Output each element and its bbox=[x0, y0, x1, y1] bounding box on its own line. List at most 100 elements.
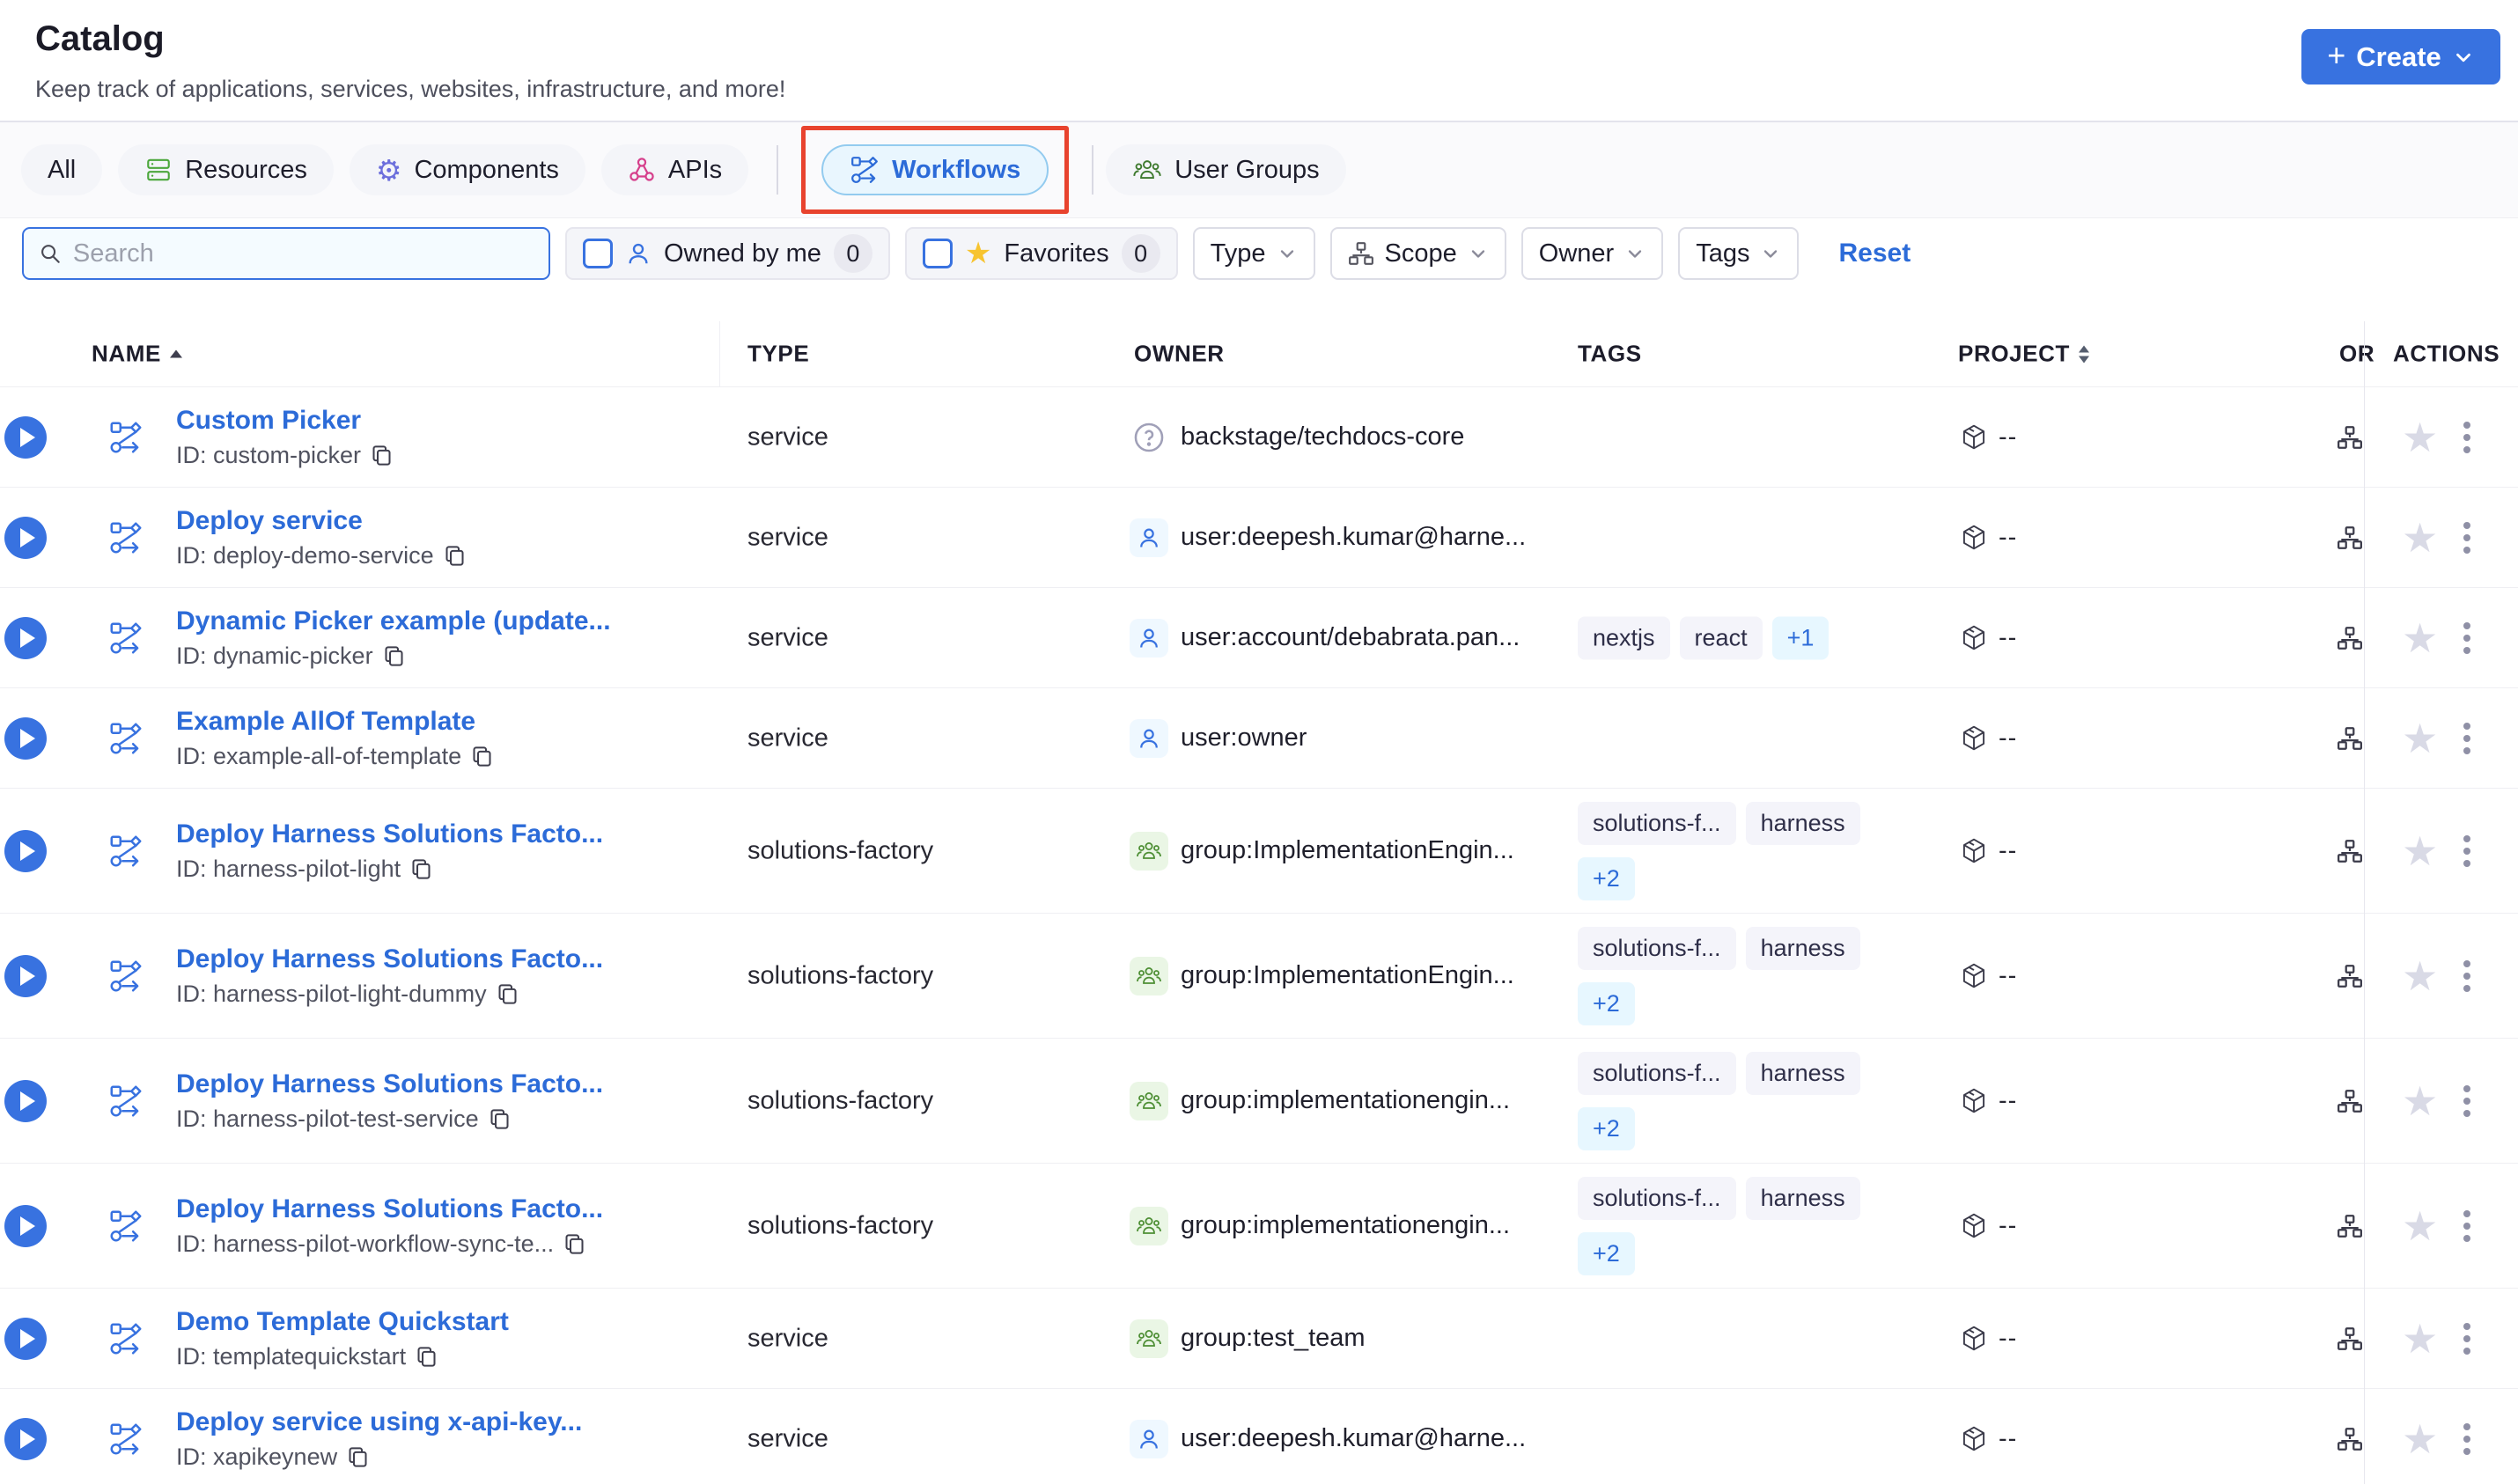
kebab-menu-button[interactable] bbox=[2463, 1322, 2470, 1355]
tag-chip[interactable]: solutions-f... bbox=[1578, 801, 1736, 845]
type-dropdown[interactable]: Type bbox=[1192, 227, 1315, 280]
favorite-star-button[interactable]: ★ bbox=[2402, 618, 2438, 658]
workflow-name-link[interactable]: Deploy service bbox=[176, 506, 467, 536]
tab-apis[interactable]: APIs bbox=[600, 144, 749, 195]
tag-chip[interactable]: solutions-f... bbox=[1578, 1176, 1736, 1220]
copy-icon[interactable] bbox=[370, 444, 394, 467]
launch-workflow-button[interactable] bbox=[4, 716, 47, 760]
scope-dropdown[interactable]: Scope bbox=[1329, 227, 1506, 280]
table-row[interactable]: Deploy Harness Solutions Facto... ID: ha… bbox=[0, 1164, 2518, 1289]
tag-chip[interactable]: react bbox=[1679, 616, 1763, 659]
org-hierarchy-icon[interactable] bbox=[2337, 838, 2363, 864]
favorite-star-button[interactable]: ★ bbox=[2402, 1081, 2438, 1121]
favorite-star-button[interactable]: ★ bbox=[2402, 1319, 2438, 1359]
favorite-star-button[interactable]: ★ bbox=[2402, 718, 2438, 759]
favorite-star-button[interactable]: ★ bbox=[2402, 417, 2438, 458]
tab-resources[interactable]: Resources bbox=[118, 144, 334, 195]
copy-icon[interactable] bbox=[382, 644, 406, 668]
search-input[interactable] bbox=[72, 239, 534, 268]
tab-all[interactable]: All bbox=[21, 144, 103, 195]
favorites-checkbox[interactable] bbox=[922, 239, 953, 268]
tag-more-chip[interactable]: +1 bbox=[1771, 616, 1830, 659]
kebab-menu-button[interactable] bbox=[2463, 521, 2470, 554]
launch-workflow-button[interactable] bbox=[4, 516, 47, 559]
copy-icon[interactable] bbox=[470, 745, 494, 768]
kebab-menu-button[interactable] bbox=[2463, 959, 2470, 992]
create-button[interactable]: + Create bbox=[2301, 29, 2500, 84]
copy-icon[interactable] bbox=[563, 1232, 586, 1256]
org-hierarchy-icon[interactable] bbox=[2337, 625, 2363, 651]
launch-workflow-button[interactable] bbox=[4, 829, 47, 872]
launch-workflow-button[interactable] bbox=[4, 1204, 47, 1247]
table-row[interactable]: Custom Picker ID: custom-picker service … bbox=[0, 387, 2518, 488]
tag-chip[interactable]: harness bbox=[1745, 1051, 1860, 1095]
table-row[interactable]: Deploy Harness Solutions Facto... ID: ha… bbox=[0, 1039, 2518, 1164]
reset-filters-link[interactable]: Reset bbox=[1838, 239, 1911, 268]
workflow-name-link[interactable]: Deploy Harness Solutions Facto... bbox=[176, 944, 603, 974]
launch-workflow-button[interactable] bbox=[4, 616, 47, 659]
launch-workflow-button[interactable] bbox=[4, 1317, 47, 1360]
table-row[interactable]: Dynamic Picker example (update... ID: dy… bbox=[0, 588, 2518, 688]
workflow-name-link[interactable]: Deploy Harness Solutions Facto... bbox=[176, 1069, 603, 1099]
workflow-name-link[interactable]: Deploy Harness Solutions Facto... bbox=[176, 1194, 603, 1224]
tag-chip[interactable]: harness bbox=[1745, 926, 1860, 970]
kebab-menu-button[interactable] bbox=[2463, 1209, 2470, 1242]
table-row[interactable]: Demo Template Quickstart ID: templatequi… bbox=[0, 1289, 2518, 1389]
workflow-name-link[interactable]: Demo Template Quickstart bbox=[176, 1307, 509, 1337]
kebab-menu-button[interactable] bbox=[2463, 621, 2470, 654]
workflow-name-link[interactable]: Dynamic Picker example (update... bbox=[176, 606, 611, 636]
table-row[interactable]: Deploy service using x-api-key... ID: xa… bbox=[0, 1389, 2518, 1484]
copy-icon[interactable] bbox=[443, 544, 467, 568]
launch-workflow-button[interactable] bbox=[4, 415, 47, 459]
copy-icon[interactable] bbox=[488, 1107, 512, 1131]
tag-chip[interactable]: harness bbox=[1745, 1176, 1860, 1220]
tab-user-groups[interactable]: User Groups bbox=[1106, 144, 1346, 195]
org-hierarchy-icon[interactable] bbox=[2337, 1088, 2363, 1114]
workflow-name-link[interactable]: Custom Picker bbox=[176, 406, 394, 436]
copy-icon[interactable] bbox=[496, 982, 519, 1006]
favorite-star-button[interactable]: ★ bbox=[2402, 956, 2438, 996]
owned-by-me-checkbox[interactable] bbox=[583, 239, 613, 268]
copy-icon[interactable] bbox=[409, 857, 433, 881]
tags-dropdown[interactable]: Tags bbox=[1678, 227, 1800, 280]
org-hierarchy-icon[interactable] bbox=[2337, 1213, 2363, 1239]
favorite-star-button[interactable]: ★ bbox=[2402, 831, 2438, 871]
tag-chip[interactable]: harness bbox=[1745, 801, 1860, 845]
copy-icon[interactable] bbox=[346, 1445, 370, 1469]
kebab-menu-button[interactable] bbox=[2463, 834, 2470, 867]
org-hierarchy-icon[interactable] bbox=[2337, 1426, 2363, 1452]
favorite-star-button[interactable]: ★ bbox=[2402, 518, 2438, 558]
tag-more-chip[interactable]: +2 bbox=[1578, 1106, 1635, 1150]
org-hierarchy-icon[interactable] bbox=[2337, 725, 2363, 752]
org-hierarchy-icon[interactable] bbox=[2337, 525, 2363, 551]
tab-workflows[interactable]: Workflows bbox=[821, 144, 1049, 195]
tag-more-chip[interactable]: +2 bbox=[1578, 856, 1635, 900]
table-row[interactable]: Example AllOf Template ID: example-all-o… bbox=[0, 688, 2518, 789]
tag-chip[interactable]: solutions-f... bbox=[1578, 1051, 1736, 1095]
launch-workflow-button[interactable] bbox=[4, 1079, 47, 1122]
copy-icon[interactable] bbox=[415, 1345, 438, 1369]
column-header-name[interactable]: NAME bbox=[92, 341, 182, 368]
table-row[interactable]: Deploy Harness Solutions Facto... ID: ha… bbox=[0, 789, 2518, 914]
owner-dropdown[interactable]: Owner bbox=[1520, 227, 1664, 280]
launch-workflow-button[interactable] bbox=[4, 1417, 47, 1460]
table-row[interactable]: Deploy Harness Solutions Facto... ID: ha… bbox=[0, 914, 2518, 1039]
tag-chip[interactable]: solutions-f... bbox=[1578, 926, 1736, 970]
org-hierarchy-icon[interactable] bbox=[2337, 963, 2363, 989]
kebab-menu-button[interactable] bbox=[2463, 722, 2470, 754]
favorite-star-button[interactable]: ★ bbox=[2402, 1419, 2438, 1459]
tab-components[interactable]: ⚙ Components bbox=[349, 144, 585, 195]
column-header-project[interactable]: PROJECT bbox=[1958, 341, 2090, 368]
kebab-menu-button[interactable] bbox=[2463, 421, 2470, 453]
workflow-name-link[interactable]: Example AllOf Template bbox=[176, 707, 494, 737]
kebab-menu-button[interactable] bbox=[2463, 1422, 2470, 1455]
kebab-menu-button[interactable] bbox=[2463, 1084, 2470, 1117]
launch-workflow-button[interactable] bbox=[4, 954, 47, 997]
table-row[interactable]: Deploy service ID: deploy-demo-service s… bbox=[0, 488, 2518, 588]
owned-by-me-filter[interactable]: Owned by me 0 bbox=[565, 227, 890, 280]
tag-more-chip[interactable]: +2 bbox=[1578, 1231, 1635, 1275]
favorite-star-button[interactable]: ★ bbox=[2402, 1206, 2438, 1246]
org-hierarchy-icon[interactable] bbox=[2337, 1326, 2363, 1352]
tag-more-chip[interactable]: +2 bbox=[1578, 981, 1635, 1025]
workflow-name-link[interactable]: Deploy Harness Solutions Facto... bbox=[176, 819, 603, 849]
